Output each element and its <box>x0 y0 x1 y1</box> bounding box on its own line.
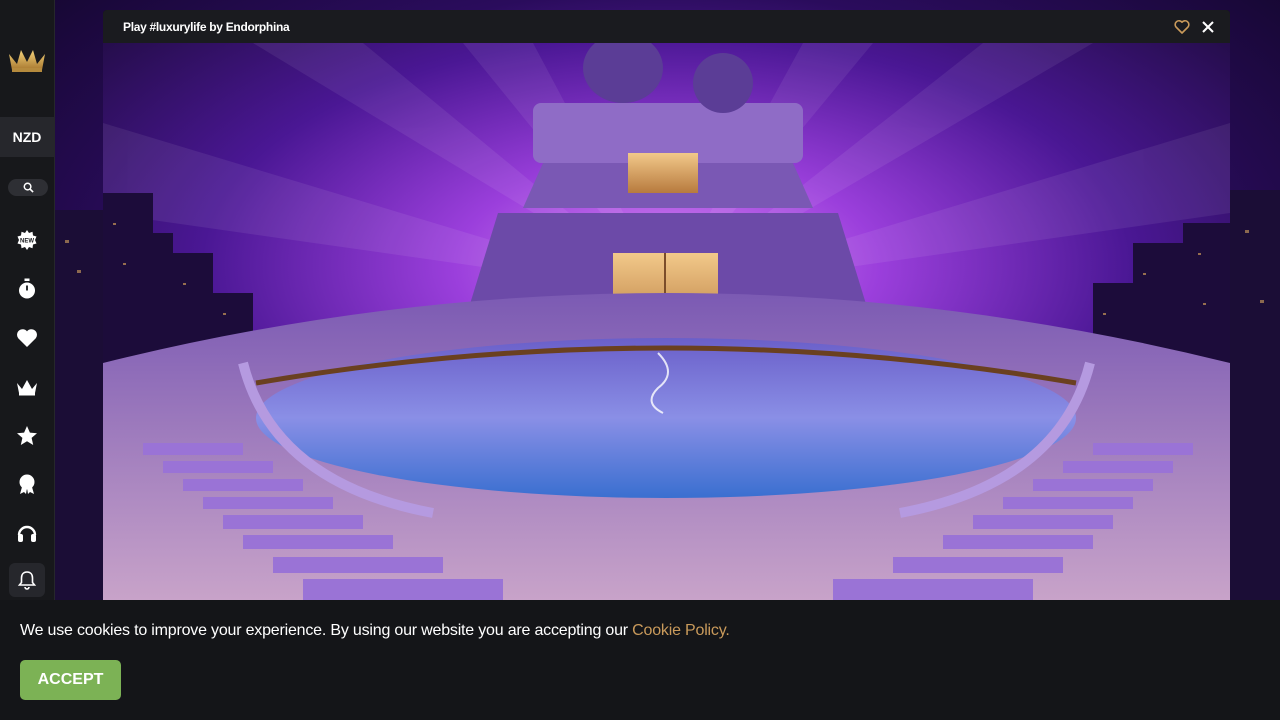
game-title: Play #luxurylife by Endorphina <box>123 20 290 34</box>
sidebar: NZD NEW <box>0 0 55 600</box>
search-button[interactable] <box>8 179 48 196</box>
cookie-message: We use cookies to improve your experienc… <box>20 622 730 640</box>
notifications-button[interactable] <box>9 563 45 597</box>
trophy-icon <box>19 474 35 494</box>
heart-icon <box>17 329 37 347</box>
crown-logo-icon[interactable] <box>7 44 47 74</box>
support-button[interactable] <box>13 519 41 547</box>
game-modal: Play #luxurylife by Endorphina <box>103 10 1230 600</box>
recent-games-button[interactable] <box>13 275 41 303</box>
star-icon <box>17 426 37 445</box>
cookie-banner <box>0 600 1280 720</box>
search-icon <box>23 182 34 193</box>
new-games-button[interactable]: NEW <box>13 226 41 254</box>
accept-cookies-button[interactable]: ACCEPT <box>20 660 121 700</box>
favorite-button[interactable] <box>1174 19 1190 35</box>
background-building <box>1230 190 1280 600</box>
close-button[interactable] <box>1200 19 1216 35</box>
headset-icon <box>17 525 37 542</box>
tournaments-button[interactable] <box>13 470 41 498</box>
bell-icon <box>17 571 37 590</box>
cookie-message-text: We use cookies to improve your experienc… <box>20 622 633 639</box>
stopwatch-icon <box>19 278 35 299</box>
vip-button[interactable] <box>13 373 41 401</box>
crown-icon <box>17 380 37 396</box>
new-badge-icon: NEW <box>17 230 37 250</box>
game-frame[interactable] <box>103 43 1230 600</box>
close-icon <box>1202 21 1214 33</box>
building-window <box>1245 230 1249 233</box>
svg-text:NEW: NEW <box>20 239 34 245</box>
favorites-button[interactable] <box>13 324 41 352</box>
top-games-button[interactable] <box>13 422 41 450</box>
building-window <box>65 240 69 243</box>
background-building <box>55 210 103 600</box>
heart-outline-icon <box>1174 19 1190 34</box>
currency-label: NZD <box>12 129 42 145</box>
cookie-policy-link[interactable]: Cookie Policy. <box>632 622 730 639</box>
game-scene-art <box>103 43 1230 600</box>
currency-selector[interactable]: NZD <box>0 117 54 157</box>
building-window <box>77 270 81 273</box>
game-modal-header: Play #luxurylife by Endorphina <box>103 10 1230 43</box>
building-window <box>1260 300 1264 303</box>
